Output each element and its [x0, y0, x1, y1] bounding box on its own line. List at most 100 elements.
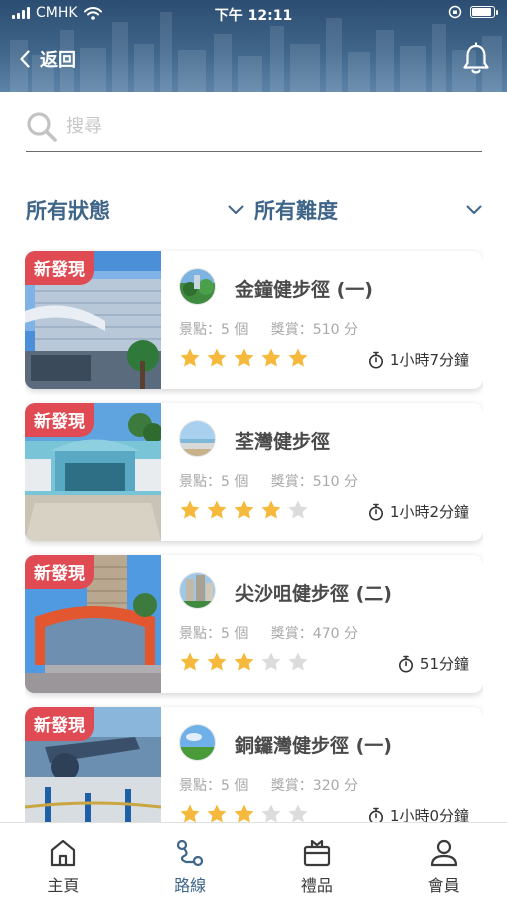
star-filled-icon: [261, 500, 281, 519]
route-card[interactable]: 新發現 尖沙咀健步徑 (二) 景點：5 個 獎賞：470 分 51分鐘: [25, 555, 483, 693]
route-avatar: [179, 724, 216, 761]
star-empty-icon: [288, 500, 308, 519]
member-icon: [430, 839, 457, 867]
new-discovery-badge: 新發現: [25, 555, 94, 589]
chevron-down-icon: [228, 205, 244, 214]
stopwatch-icon: [368, 807, 383, 822]
stopwatch-icon: [368, 351, 383, 368]
status-time: 下午 12:11: [214, 8, 293, 24]
orientation-lock-icon: [448, 5, 462, 19]
route-name: 銅鑼灣健步徑 (一): [235, 735, 392, 757]
route-duration-value: 1小時7分鐘: [389, 351, 469, 369]
tab-gifts-label: 禮品: [300, 876, 333, 895]
route-duration-value: 1小時0分鐘: [389, 807, 469, 822]
new-discovery-badge: 新發現: [25, 707, 94, 741]
route-name: 金鐘健步徑 (一): [235, 279, 373, 301]
nav-bar: 返回: [0, 40, 507, 80]
route-duration-value: 51分鐘: [419, 655, 469, 673]
status-filter-dropdown[interactable]: 所有狀態: [26, 190, 244, 230]
filter-bar: 所有狀態 所有難度: [26, 190, 482, 230]
route-photo: 新發現: [25, 403, 161, 541]
notification-button[interactable]: [461, 42, 491, 76]
star-filled-icon: [207, 652, 227, 671]
stopwatch-icon: [368, 503, 383, 520]
route-reward: 獎賞：470 分: [270, 626, 358, 642]
star-empty-icon: [288, 804, 308, 822]
rating-stars: [179, 651, 309, 673]
home-icon: [51, 839, 76, 867]
route-icon: [177, 839, 204, 867]
route-photo: 新發現: [25, 251, 161, 389]
chevron-down-icon: [466, 205, 482, 214]
star-filled-icon: [261, 348, 281, 367]
route-card[interactable]: 新發現 金鐘健步徑 (一) 景點：5 個 獎賞：510 分 1小時7分鐘: [25, 251, 483, 389]
route-card[interactable]: 新發現 銅鑼灣健步徑 (一) 景點：5 個 獎賞：320 分 1小時0分鐘: [25, 707, 483, 822]
route-meta: 景點：5 個 獎賞：510 分: [179, 471, 358, 491]
route-spots: 景點：5 個: [179, 474, 249, 490]
star-empty-icon: [261, 804, 281, 822]
search-icon: [27, 111, 57, 142]
tab-routes-label: 路線: [174, 876, 207, 895]
route-name: 尖沙咀健步徑 (二): [235, 583, 392, 605]
rating-stars: [179, 803, 309, 822]
route-duration: 1小時0分鐘: [368, 805, 469, 822]
star-filled-icon: [234, 652, 254, 671]
star-filled-icon: [207, 348, 227, 367]
route-duration: 1小時7分鐘: [368, 349, 469, 370]
star-filled-icon: [207, 804, 227, 822]
battery-icon: [470, 6, 498, 18]
difficulty-filter-dropdown[interactable]: 所有難度: [254, 190, 482, 230]
bottom-tab-bar: 主頁 路線 禮品 會員: [0, 822, 507, 900]
search-input[interactable]: [66, 116, 482, 137]
tab-routes[interactable]: 路線: [127, 823, 254, 900]
star-filled-icon: [288, 348, 308, 367]
star-empty-icon: [261, 652, 281, 671]
stopwatch-icon: [398, 655, 413, 672]
chevron-left-icon: [20, 50, 30, 68]
new-discovery-badge: 新發現: [25, 251, 94, 285]
route-card[interactable]: 新發現 荃灣健步徑 景點：5 個 獎賞：510 分 1小時2分鐘: [25, 403, 483, 541]
star-filled-icon: [234, 500, 254, 519]
gift-icon: [303, 839, 330, 867]
star-filled-icon: [207, 500, 227, 519]
tab-home[interactable]: 主頁: [0, 823, 127, 900]
rating-stars: [179, 347, 309, 369]
rating-stars: [179, 499, 309, 521]
route-avatar: [179, 420, 216, 457]
star-filled-icon: [234, 348, 254, 367]
route-reward: 獎賞：320 分: [270, 778, 358, 794]
star-filled-icon: [180, 348, 200, 367]
star-filled-icon: [180, 500, 200, 519]
star-empty-icon: [288, 652, 308, 671]
tab-member[interactable]: 會員: [380, 823, 507, 900]
route-reward: 獎賞：510 分: [270, 474, 358, 490]
star-filled-icon: [180, 652, 200, 671]
route-duration-value: 1小時2分鐘: [389, 503, 469, 521]
difficulty-filter-label: 所有難度: [254, 199, 338, 223]
new-discovery-badge: 新發現: [25, 403, 94, 437]
app-header: CMHK 下午 12:11 返回: [0, 0, 507, 92]
route-duration: 1小時2分鐘: [368, 501, 469, 522]
tab-gifts[interactable]: 禮品: [254, 823, 381, 900]
star-filled-icon: [234, 804, 254, 822]
route-spots: 景點：5 個: [179, 778, 249, 794]
tab-member-label: 會員: [427, 876, 460, 895]
star-filled-icon: [180, 804, 200, 822]
back-button[interactable]: 返回: [20, 46, 76, 72]
route-photo: 新發現: [25, 707, 161, 822]
tab-home-label: 主頁: [47, 876, 80, 895]
route-meta: 景點：5 個 獎賞：470 分: [179, 623, 358, 643]
route-reward: 獎賞：510 分: [270, 322, 358, 338]
route-list: 新發現 金鐘健步徑 (一) 景點：5 個 獎賞：510 分 1小時7分鐘 新發現…: [25, 249, 483, 822]
route-spots: 景點：5 個: [179, 626, 249, 642]
search-bar: [26, 102, 482, 152]
route-name: 荃灣健步徑: [235, 431, 331, 453]
status-filter-label: 所有狀態: [26, 199, 110, 223]
route-spots: 景點：5 個: [179, 322, 249, 338]
status-bar: CMHK 下午 12:11: [0, 0, 507, 26]
route-avatar: [179, 572, 216, 609]
bell-icon: [463, 42, 489, 74]
back-label: 返回: [40, 50, 76, 71]
route-meta: 景點：5 個 獎賞：320 分: [179, 775, 358, 795]
route-photo: 新發現: [25, 555, 161, 693]
